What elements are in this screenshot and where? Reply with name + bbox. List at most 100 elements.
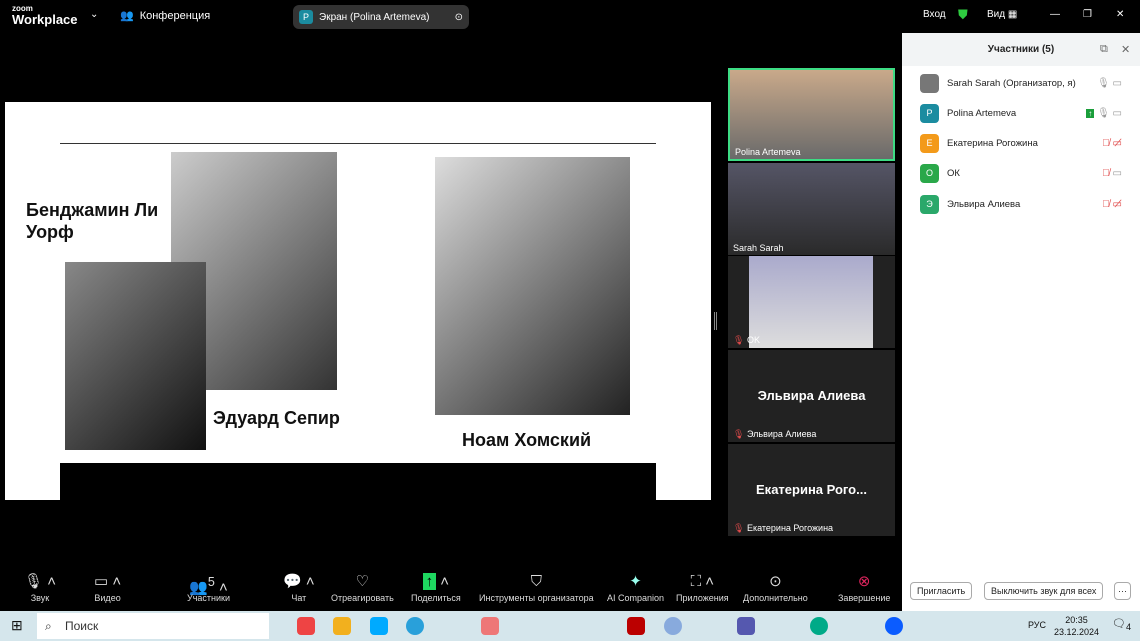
name-whorf: Бенджамин Ли Уорф bbox=[26, 200, 159, 242]
participant-row[interactable]: О ОК 🎙̸ ▭ bbox=[920, 158, 1130, 188]
edge-icon[interactable] bbox=[810, 617, 828, 635]
shield-icon[interactable]: ⛊ bbox=[958, 7, 968, 23]
time: 20:35 bbox=[1065, 615, 1088, 625]
people-icon: 👥 bbox=[120, 10, 134, 22]
sharing-icon: ↑ bbox=[1086, 108, 1095, 118]
popout-icon[interactable]: ⧉ bbox=[1100, 43, 1108, 56]
maximize-button[interactable]: ❐ bbox=[1083, 9, 1092, 20]
share-label: Поделиться bbox=[411, 593, 461, 603]
heart-icon: ♡ bbox=[355, 573, 370, 590]
close-icon[interactable]: ✕ bbox=[1121, 43, 1130, 56]
windows-start-icon[interactable]: ⊞ bbox=[11, 617, 23, 634]
mic-muted-cam-off-icons[interactable]: 🎙̸ ▭̸ bbox=[1102, 138, 1122, 149]
more-icon[interactable]: ⊙ bbox=[455, 12, 463, 23]
participant-row[interactable]: P Polina Artemeva ↑ 🎙 ▭ bbox=[920, 98, 1130, 128]
participant-row[interactable]: Э Эльвира Алиева 🎙̸ ▭̸ bbox=[920, 189, 1130, 219]
host-tools-button[interactable]: ⛉ Инструменты организатора bbox=[479, 571, 594, 603]
app-icon[interactable] bbox=[481, 617, 499, 635]
avatar: Э bbox=[920, 194, 939, 214]
invite-button[interactable]: Пригласить bbox=[910, 582, 973, 600]
mic-muted-cam-icons[interactable]: 🎙̸ ▭ bbox=[1102, 168, 1122, 179]
chat-label: Чат bbox=[291, 593, 307, 603]
chat-button[interactable]: 💬 ˄ Чат bbox=[283, 571, 315, 603]
name-sapir: Эдуард Сепир bbox=[213, 408, 340, 428]
view-button[interactable]: Вид ▦ bbox=[987, 9, 1017, 20]
more-button[interactable]: ⊙ Дополнительно bbox=[743, 571, 808, 603]
camera-icon: ▭ ˄ bbox=[94, 573, 122, 590]
video-tile[interactable]: Екатерина Рого... 🎙 Екатерина Рогожина bbox=[728, 444, 895, 536]
mic-muted-cam-off-icons[interactable]: 🎙̸ ▭̸ bbox=[1102, 199, 1122, 210]
tile-label-text: Эльвира Алиева bbox=[746, 429, 817, 439]
mic-icon: 🎙 ˄ bbox=[24, 573, 56, 590]
end-button[interactable]: ⊗ Завершение bbox=[838, 571, 890, 603]
tile-label-text: Екатерина Рогожина bbox=[746, 523, 834, 533]
avatar: О bbox=[920, 163, 939, 183]
video-tile[interactable]: Sarah Sarah bbox=[728, 163, 895, 255]
video-tile[interactable]: Polina Artemeva bbox=[728, 68, 895, 161]
share-button[interactable]: ↑ ˄ Поделиться bbox=[411, 571, 461, 603]
chrome-icon[interactable] bbox=[297, 617, 315, 635]
avatar: P bbox=[920, 103, 939, 123]
chevron-down-icon[interactable]: ⌄ bbox=[90, 9, 98, 20]
participant-name: Polina Artemeva bbox=[947, 107, 1017, 119]
minimize-button[interactable]: — bbox=[1050, 9, 1060, 20]
photo-whorf bbox=[65, 262, 206, 450]
search-label: Поиск bbox=[65, 619, 99, 633]
r-icon[interactable] bbox=[664, 617, 682, 635]
close-button[interactable]: ✕ bbox=[1116, 9, 1124, 20]
tile-label: Sarah Sarah bbox=[733, 243, 784, 253]
video-tile[interactable]: 🎙 OK bbox=[728, 256, 895, 348]
meeting-info-button[interactable]: 👥 Конференция bbox=[120, 9, 211, 23]
tile-label: Polina Artemeva bbox=[735, 147, 801, 157]
video-feed bbox=[749, 256, 873, 348]
react-label: Отреагировать bbox=[331, 593, 394, 603]
participants-button[interactable]: 👥5 ˄ Участники bbox=[187, 571, 230, 603]
meeting-label: Конференция bbox=[139, 9, 211, 22]
taskbar-search[interactable]: ⌕ Поиск bbox=[37, 613, 269, 639]
share-label: Экран (Polina Artemeva) bbox=[319, 11, 430, 23]
tile-name: Екатерина Рого... bbox=[756, 482, 867, 497]
end-label: Завершение bbox=[838, 593, 891, 603]
signin-button[interactable]: Вход bbox=[923, 9, 946, 20]
teams-icon[interactable] bbox=[737, 617, 755, 635]
video-tile[interactable]: Эльвира Алиева 🎙 Эльвира Алиева bbox=[728, 350, 895, 442]
participant-row[interactable]: Sarah Sarah (Организатор, я) 🎙 ▭ bbox=[920, 68, 1130, 98]
notifications-button[interactable]: 🗨4 bbox=[1112, 617, 1131, 632]
video-button[interactable]: ▭ ˄ Видео bbox=[94, 571, 121, 603]
slide-divider bbox=[60, 143, 656, 144]
view-label: Вид bbox=[987, 9, 1006, 20]
chat-icon: 💬 ˄ bbox=[283, 573, 315, 590]
mic-cam-icons[interactable]: ↑ 🎙 ▭ bbox=[1086, 108, 1122, 119]
ai-label: AI Companion bbox=[607, 593, 665, 603]
ai-companion-button[interactable]: ✦ AI Companion bbox=[607, 571, 664, 603]
opera-icon[interactable] bbox=[627, 617, 645, 635]
participants-panel: Участники (5) ⧉ ✕ Sarah Sarah (Организат… bbox=[902, 33, 1140, 611]
mute-all-button[interactable]: Выключить звук для всех bbox=[984, 582, 1104, 600]
zoom-icon[interactable] bbox=[885, 617, 903, 635]
more-label: Дополнительно bbox=[743, 593, 808, 603]
participant-row[interactable]: Е Екатерина Рогожина 🎙̸ ▭̸ bbox=[920, 128, 1130, 158]
react-button[interactable]: ♡ Отреагировать bbox=[331, 571, 394, 603]
name-chomsky: Ноам Хомский bbox=[462, 430, 592, 450]
sharer-avatar: P bbox=[299, 10, 313, 24]
explorer-icon[interactable] bbox=[333, 617, 351, 635]
apps-button[interactable]: ⛶ ˄ Приложения bbox=[676, 571, 729, 603]
photo-chomsky bbox=[435, 157, 630, 415]
telegram-icon[interactable] bbox=[406, 617, 424, 635]
skype-icon[interactable] bbox=[370, 617, 388, 635]
avatar: Е bbox=[920, 133, 939, 153]
slide-footer-bar bbox=[60, 463, 656, 500]
tile-label: 🎙 Эльвира Алиева bbox=[733, 429, 817, 439]
clock[interactable]: 20:35 23.12.2024 bbox=[1054, 614, 1099, 638]
audio-button[interactable]: 🎙 ˄ Звук bbox=[24, 571, 56, 603]
screen-share-indicator[interactable]: P Экран (Polina Artemeva) ⊙ bbox=[293, 5, 469, 29]
notification-count: 4 bbox=[1125, 622, 1132, 633]
tile-label-text: OK bbox=[746, 335, 760, 345]
host-tools-label: Инструменты организатора bbox=[479, 593, 594, 603]
resize-handle[interactable] bbox=[714, 312, 717, 330]
mic-cam-icons[interactable]: 🎙 ▭ bbox=[1097, 78, 1122, 89]
participant-name: Эльвира Алиева bbox=[947, 198, 1021, 210]
tile-label: 🎙 OK bbox=[733, 335, 760, 345]
language-indicator[interactable]: РУС bbox=[1028, 620, 1046, 630]
more-button[interactable]: ··· bbox=[1114, 582, 1131, 600]
